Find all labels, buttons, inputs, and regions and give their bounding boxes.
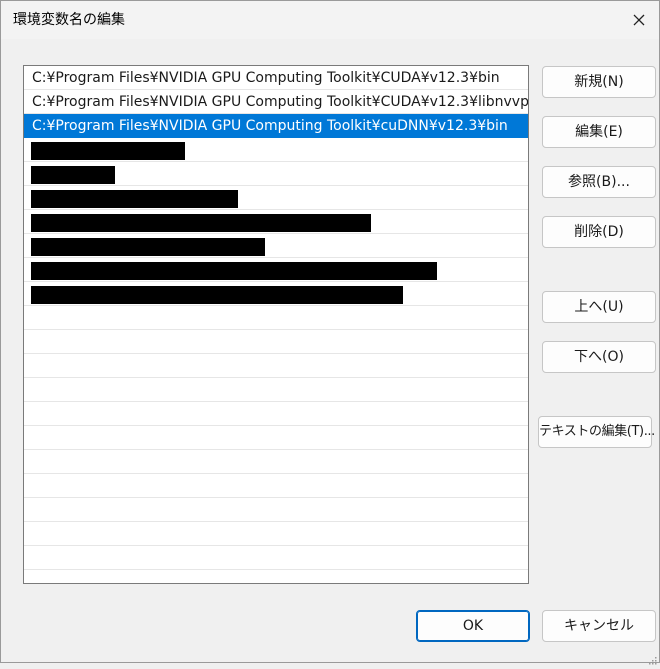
list-item[interactable]: C:¥Program Files¥NVIDIA GPU Computing To…	[24, 66, 528, 90]
move-up-button[interactable]: 上へ(U)	[542, 291, 656, 323]
list-item-redacted[interactable]	[24, 210, 528, 234]
empty-row	[24, 474, 528, 498]
delete-button[interactable]: 削除(D)	[542, 216, 656, 248]
list-item-redacted[interactable]	[24, 234, 528, 258]
edit-button[interactable]: 編集(E)	[542, 116, 656, 148]
title-bar: 環境変数名の編集	[1, 1, 659, 39]
list-item-selected[interactable]: C:¥Program Files¥NVIDIA GPU Computing To…	[24, 114, 528, 138]
list-item-label: C:¥Program Files¥NVIDIA GPU Computing To…	[32, 70, 500, 86]
list-item-redacted[interactable]	[24, 258, 528, 282]
edit-environment-variable-dialog: 環境変数名の編集 C:¥Program Files¥NVIDIA GPU Com…	[0, 0, 660, 665]
empty-row	[24, 426, 528, 450]
list-item-redacted[interactable]	[24, 186, 528, 210]
dialog-title: 環境変数名の編集	[13, 12, 125, 28]
close-icon	[633, 14, 645, 26]
edit-text-button[interactable]: テキストの編集(T)...	[538, 416, 655, 448]
redaction-bar	[31, 166, 115, 184]
list-item-redacted[interactable]	[24, 162, 528, 186]
cancel-button[interactable]: キャンセル	[542, 610, 656, 642]
empty-row	[24, 546, 528, 570]
empty-row	[24, 378, 528, 402]
resize-grip-icon[interactable]	[647, 650, 657, 665]
redaction-bar	[31, 214, 371, 232]
list-item-label: C:¥Program Files¥NVIDIA GPU Computing To…	[32, 118, 508, 134]
empty-row	[24, 522, 528, 546]
empty-row	[24, 306, 528, 330]
empty-row	[24, 402, 528, 426]
browse-button[interactable]: 参照(B)...	[542, 166, 656, 198]
list-item-label: C:¥Program Files¥NVIDIA GPU Computing To…	[32, 94, 529, 110]
redaction-bar	[31, 262, 437, 280]
path-list[interactable]: C:¥Program Files¥NVIDIA GPU Computing To…	[23, 65, 529, 584]
redaction-bar	[31, 238, 265, 256]
list-item-redacted[interactable]	[24, 282, 528, 306]
empty-row	[24, 330, 528, 354]
ok-button[interactable]: OK	[416, 610, 530, 642]
resize-grip-dots	[649, 657, 657, 665]
redaction-bar	[31, 142, 185, 160]
list-item[interactable]: C:¥Program Files¥NVIDIA GPU Computing To…	[24, 90, 528, 114]
move-down-button[interactable]: 下へ(O)	[542, 341, 656, 373]
close-button[interactable]	[627, 10, 651, 32]
empty-row	[24, 498, 528, 522]
redaction-bar	[31, 190, 238, 208]
new-button[interactable]: 新規(N)	[542, 66, 656, 98]
list-item-redacted[interactable]	[24, 138, 528, 162]
redaction-bar	[31, 286, 403, 304]
empty-row	[24, 354, 528, 378]
empty-row	[24, 450, 528, 474]
